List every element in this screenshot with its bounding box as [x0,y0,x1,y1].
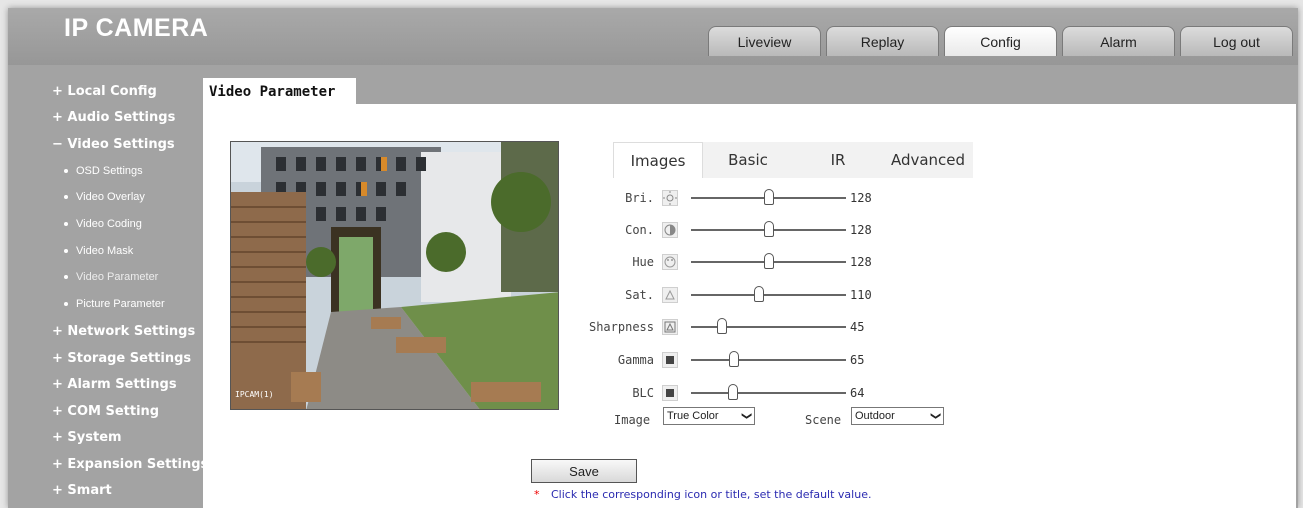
tab-advanced[interactable]: Advanced [883,142,973,178]
blc-icon[interactable] [662,385,678,401]
sidebar-item-smart[interactable]: + Smart [52,483,112,498]
sidebar-subitem-label: Video Mask [76,245,134,257]
bullet-icon [64,302,68,307]
scene-select[interactable]: Outdoor ❯ [851,407,944,425]
blc-slider-track[interactable] [691,392,846,394]
bullet-icon [64,195,68,200]
tab-images[interactable]: Images [613,142,703,178]
sidebar-subitem-picture-parameter[interactable]: Picture Parameter [64,298,165,310]
chevron-down-icon: ❯ [929,411,941,421]
sharpness-icon[interactable] [662,319,678,335]
tab-basic[interactable]: Basic [703,142,793,178]
sidebar-item-com-setting[interactable]: + COM Setting [52,404,159,419]
note-marker: * [534,488,540,501]
sidebar-item-video-settings[interactable]: − Video Settings [52,137,175,152]
sharpness-slider-track[interactable] [691,326,846,328]
sharpness-slider-thumb[interactable] [717,318,727,334]
sidebar-item-storage-settings[interactable]: + Storage Settings [52,351,191,366]
tab-config[interactable]: Config [944,26,1057,56]
saturation-label[interactable]: Sat. [574,288,654,302]
sidebar-item-system[interactable]: + System [52,430,122,445]
sidebar-subitem-video-overlay[interactable]: Video Overlay [64,191,145,203]
camera-scene-image [231,142,558,409]
tab-replay[interactable]: Replay [826,26,939,56]
contrast-slider-thumb[interactable] [764,221,774,237]
gamma-slider-thumb[interactable] [729,351,739,367]
sidebar-subitem-label: Picture Parameter [76,298,165,310]
scene-value: Outdoor [855,410,895,422]
blc-value: 64 [850,386,865,400]
sharpness-value: 45 [850,320,865,334]
save-button[interactable]: Save [531,459,637,483]
brightness-label[interactable]: Bri. [574,191,654,205]
bullet-icon [64,169,68,174]
bullet-icon [64,222,68,227]
app-logo: IP CAMERA [64,14,209,42]
brightness-icon[interactable] [662,190,678,206]
saturation-slider-track[interactable] [691,294,846,296]
gamma-value: 65 [850,353,865,367]
video-preview[interactable]: IPCAM(1) [230,141,559,410]
contrast-icon[interactable] [662,222,678,238]
sharpness-label[interactable]: Sharpness [574,320,654,334]
brightness-value: 128 [850,191,872,205]
brightness-slider-thumb[interactable] [764,189,774,205]
sidebar-item-network-settings[interactable]: + Network Settings [52,324,195,339]
sidebar-item-local-config[interactable]: + Local Config [52,84,157,99]
note-text: Click the corresponding icon or title, s… [551,488,872,501]
blc-label[interactable]: BLC [574,386,654,400]
sidebar-subitem-osd-settings[interactable]: OSD Settings [64,165,143,177]
scene-label: Scene [805,413,842,427]
sidebar-subitem-label: OSD Settings [76,165,143,177]
sidebar-subitem-label: Video Overlay [76,191,145,203]
saturation-icon[interactable] [662,287,678,303]
tab-logout[interactable]: Log out [1180,26,1293,56]
sidebar-subitem-label: Video Coding [76,218,142,230]
sidebar-subitem-video-parameter[interactable]: Video Parameter [64,271,158,283]
contrast-label[interactable]: Con. [574,223,654,237]
sidebar-subitem-video-coding[interactable]: Video Coding [64,218,142,230]
gamma-slider-track[interactable] [691,359,846,361]
image-mode-label: Image [614,413,651,427]
tab-ir[interactable]: IR [793,142,883,178]
hue-label[interactable]: Hue [574,255,654,269]
hue-icon[interactable] [662,254,678,270]
osd-overlay-text: IPCAM(1) [235,390,274,399]
help-note: * Click the corresponding icon or title,… [534,488,871,501]
bullet-icon [64,275,68,280]
gamma-icon[interactable] [662,352,678,368]
bullet-icon [64,249,68,254]
gamma-label[interactable]: Gamma [574,353,654,367]
saturation-slider-thumb[interactable] [754,286,764,302]
hue-value: 128 [850,255,872,269]
page-title-tab: Video Parameter [203,78,356,104]
sidebar-subitem-label: Video Parameter [76,271,159,283]
sidebar-item-audio-settings[interactable]: + Audio Settings [52,110,175,125]
saturation-value: 110 [850,288,872,302]
sidebar-subitem-video-mask[interactable]: Video Mask [64,245,133,257]
contrast-value: 128 [850,223,872,237]
image-mode-select[interactable]: True Color ❯ [663,407,755,425]
sidebar-item-expansion-settings[interactable]: + Expansion Settings [52,457,208,472]
chevron-down-icon: ❯ [740,411,752,421]
sidebar-item-alarm-settings[interactable]: + Alarm Settings [52,377,177,392]
tab-alarm[interactable]: Alarm [1062,26,1175,56]
hue-slider-thumb[interactable] [764,253,774,269]
tab-liveview[interactable]: Liveview [708,26,821,56]
image-mode-value: True Color [667,410,719,422]
blc-slider-thumb[interactable] [728,384,738,400]
